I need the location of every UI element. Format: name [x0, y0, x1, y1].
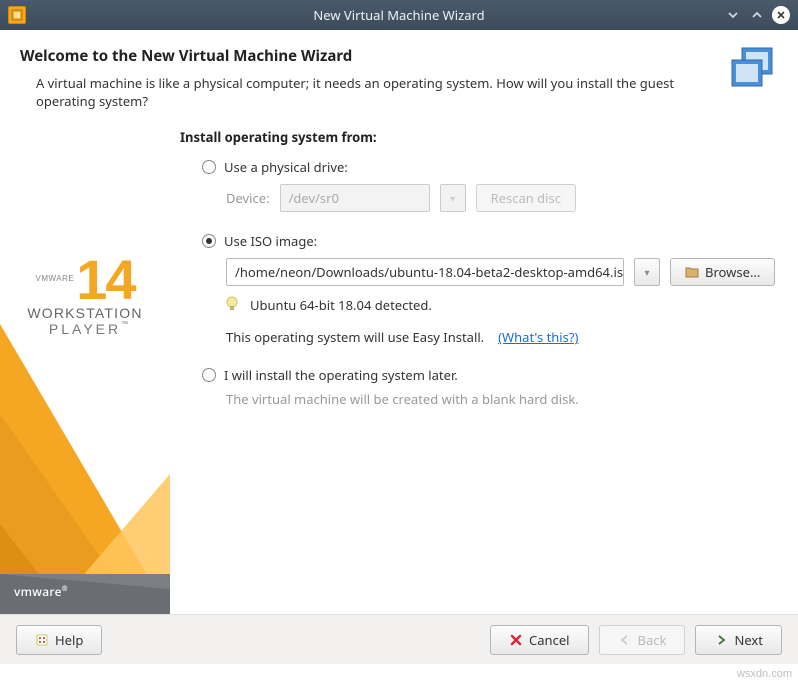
iso-dropdown[interactable]: ▾ — [634, 258, 660, 286]
next-button[interactable]: Next — [695, 625, 782, 655]
radio-later-label: I will install the operating system late… — [224, 366, 458, 384]
browse-button[interactable]: Browse... — [670, 258, 775, 286]
form-heading: Install operating system from: — [180, 128, 778, 146]
help-icon — [35, 633, 49, 647]
cancel-icon — [509, 633, 523, 647]
main-form: Install operating system from: Use a phy… — [170, 120, 798, 614]
iso-path-input[interactable]: /home/neon/Downloads/ubuntu-18.04-beta2-… — [226, 258, 624, 286]
window-title: New Virtual Machine Wizard — [0, 6, 798, 24]
whats-this-link[interactable]: (What's this?) — [498, 328, 578, 346]
back-button: Back — [599, 625, 686, 655]
device-dropdown: ▾ — [440, 184, 466, 212]
help-button[interactable]: Help — [16, 625, 102, 655]
back-arrow-icon — [618, 633, 632, 647]
wizard-content: Welcome to the New Virtual Machine Wizar… — [0, 30, 798, 614]
window-controls — [724, 6, 790, 24]
radio-iso-image[interactable] — [202, 234, 216, 248]
welcome-description: A virtual machine is like a physical com… — [36, 74, 676, 110]
watermark: wsxdn.com — [737, 668, 792, 680]
close-icon[interactable] — [772, 6, 790, 24]
folder-icon — [685, 265, 699, 279]
next-arrow-icon — [714, 633, 728, 647]
radio-physical-label: Use a physical drive: — [224, 158, 348, 176]
wizard-footer: Help Cancel Back Next — [0, 614, 798, 664]
maximize-icon[interactable] — [748, 6, 766, 24]
sidebar-graphic — [0, 324, 170, 614]
device-label: Device: — [226, 189, 270, 207]
brand-line1: WORKSTATION — [0, 305, 170, 321]
sidebar-branding: VMWARE14 WORKSTATION PLAYER vmware® — [0, 120, 170, 614]
welcome-header: Welcome to the New Virtual Machine Wizar… — [0, 30, 798, 124]
brand-prefix: VMWARE — [36, 274, 75, 283]
radio-install-later[interactable] — [202, 368, 216, 382]
titlebar: New Virtual Machine Wizard — [0, 0, 798, 30]
detected-text: Ubuntu 64-bit 18.04 detected. — [250, 296, 432, 314]
rescan-button: Rescan disc — [476, 184, 576, 212]
radio-iso-label: Use ISO image: — [224, 232, 317, 250]
later-note: The virtual machine will be created with… — [226, 390, 778, 408]
app-icon — [8, 6, 26, 24]
brand-version: 14 — [76, 248, 134, 311]
minimize-icon[interactable] — [724, 6, 742, 24]
brand-footer: vmware® — [14, 583, 68, 600]
cancel-button[interactable]: Cancel — [490, 625, 588, 655]
welcome-heading: Welcome to the New Virtual Machine Wizar… — [20, 46, 778, 66]
device-input: /dev/sr0 — [280, 184, 430, 212]
easy-install-text: This operating system will use Easy Inst… — [226, 328, 484, 346]
wizard-icon — [728, 46, 776, 94]
radio-physical-drive[interactable] — [202, 160, 216, 174]
lightbulb-icon — [226, 296, 240, 314]
